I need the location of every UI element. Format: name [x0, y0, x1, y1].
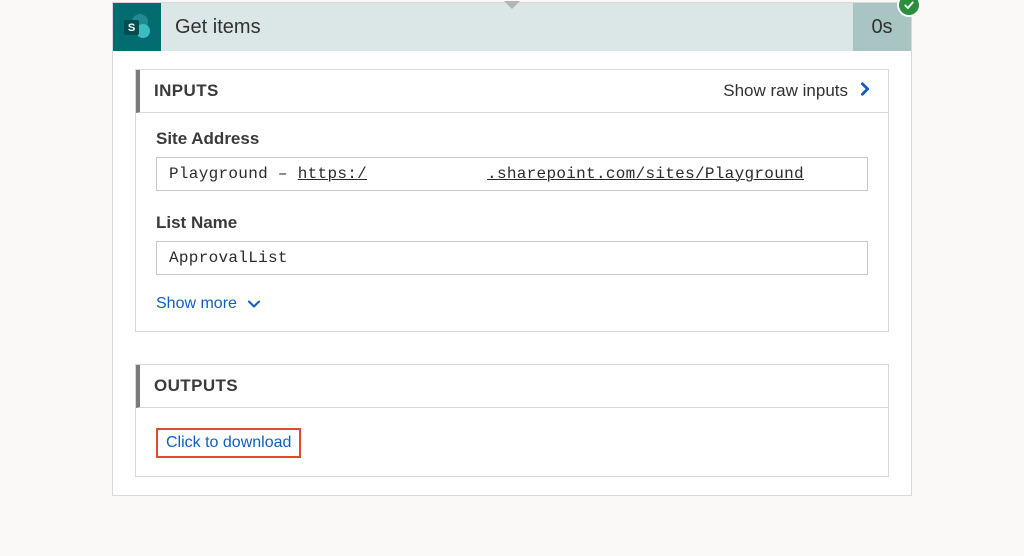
show-raw-inputs-label: Show raw inputs [723, 81, 848, 101]
action-card: S Get items 0s INPUTS Show raw inputs Si… [112, 2, 912, 496]
list-name-value: ApprovalList [156, 241, 868, 275]
chevron-right-icon [858, 81, 872, 101]
show-more-link[interactable]: Show more [156, 295, 261, 313]
inputs-panel-body: Site Address Playground – https:/.sharep… [136, 113, 888, 331]
action-body: INPUTS Show raw inputs Site Address Play… [113, 51, 911, 495]
sharepoint-icon: S [113, 3, 161, 51]
outputs-title: OUTPUTS [154, 376, 238, 396]
inputs-title: INPUTS [154, 81, 219, 101]
list-name-label: List Name [156, 213, 868, 233]
outputs-panel-header: OUTPUTS [136, 365, 888, 408]
show-raw-inputs-link[interactable]: Show raw inputs [723, 81, 872, 101]
download-highlight: Click to download [156, 428, 301, 458]
outputs-panel: OUTPUTS Click to download [135, 364, 889, 477]
inputs-panel: INPUTS Show raw inputs Site Address Play… [135, 69, 889, 332]
status-success-badge [897, 0, 921, 17]
site-address-value: Playground – https:/.sharepoint.com/site… [156, 157, 868, 191]
chevron-down-icon [247, 299, 261, 309]
action-title: Get items [161, 3, 853, 51]
click-to-download-link[interactable]: Click to download [166, 434, 291, 452]
check-icon [903, 0, 915, 11]
action-header[interactable]: S Get items 0s [113, 3, 911, 51]
outputs-panel-body: Click to download [136, 408, 888, 476]
inputs-panel-header: INPUTS Show raw inputs [136, 70, 888, 113]
show-more-label: Show more [156, 295, 237, 313]
site-address-label: Site Address [156, 129, 868, 149]
connector-arrow-icon [504, 1, 520, 9]
